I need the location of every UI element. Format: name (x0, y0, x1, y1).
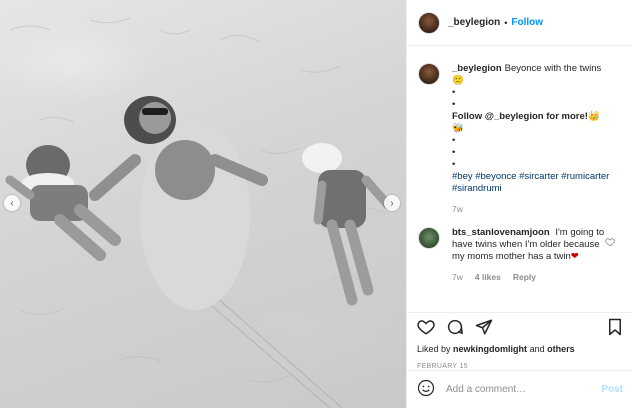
caption-bullet: • (452, 99, 456, 110)
hashtags-line-2[interactable]: #sirandrumi (452, 183, 612, 195)
post-username[interactable]: _beylegion (448, 17, 500, 28)
post-actions: Liked by newkingdomlight and others FEBR… (407, 312, 632, 370)
comment-meta: 7w 4 likes Reply (452, 271, 612, 283)
caption-body: _beylegion Beyonce with the twins 🙂 • • F… (452, 63, 612, 215)
reply-button[interactable]: Reply (513, 271, 536, 283)
comment-icon[interactable] (446, 318, 464, 336)
caption: _beylegion Beyonce with the twins 🙂 • • F… (407, 47, 632, 215)
comment-body: bts_stanlovenamjoon I'm going to have tw… (452, 227, 612, 283)
share-icon[interactable] (475, 318, 493, 336)
caption-username[interactable]: _beylegion (452, 63, 502, 74)
caption-bullet: • (452, 159, 456, 170)
action-icons (417, 316, 623, 338)
comments-section[interactable]: _beylegion Beyonce with the twins 🙂 • • F… (407, 47, 632, 307)
post-side-panel: _beylegion • Follow _beylegion Beyonce wi… (406, 0, 632, 408)
photo-illustration (5, 17, 393, 408)
caption-bullet: • (452, 87, 456, 98)
chevron-left-icon[interactable]: ‹ (4, 195, 20, 211)
caption-text: Beyonce with the twins (504, 63, 602, 74)
comment-likes[interactable]: 4 likes (475, 271, 501, 283)
instagram-post-frame: ‹ › _beylegion • Follow _beylegion Beyonc… (0, 0, 632, 408)
comment-item: bts_stanlovenamjoon I'm going to have tw… (407, 215, 632, 283)
add-comment-input[interactable]: Add a comment… (446, 384, 601, 395)
separator-dot: • (504, 17, 508, 28)
liked-by-others[interactable]: others (547, 344, 575, 354)
comment-avatar[interactable] (418, 227, 440, 249)
post-date[interactable]: FEBRUARY 15 (417, 363, 623, 370)
chevron-right-icon[interactable]: › (384, 195, 400, 211)
avatar[interactable] (418, 11, 440, 34)
caption-bullet: • (452, 135, 456, 146)
bee-emoji: 🐝 (452, 123, 464, 134)
red-heart-emoji: ❤ (570, 251, 579, 262)
caption-time: 7w (452, 204, 463, 214)
caption-promo: Follow @_beylegion for more! (452, 111, 588, 122)
liked-by-user[interactable]: newkingdomlight (453, 344, 527, 354)
post-header: _beylegion • Follow (407, 0, 632, 46)
liked-by: Liked by newkingdomlight and others (417, 344, 623, 354)
add-comment-bar: Add a comment… Post (407, 370, 632, 408)
caption-bullet: • (452, 147, 456, 158)
smiley-icon[interactable] (417, 379, 435, 400)
heart-icon[interactable] (417, 318, 435, 336)
caption-emoji: 🙂 (452, 75, 464, 86)
comment-username[interactable]: bts_stanlovenamjoon (452, 227, 550, 238)
follow-button[interactable]: Follow (511, 17, 543, 28)
hashtags-line-1[interactable]: #bey #beyonce #sircarter #rumicarter (452, 171, 612, 183)
post-photo[interactable]: ‹ › (0, 0, 406, 408)
liked-by-prefix: Liked by (417, 344, 451, 354)
comment-like-icon[interactable] (605, 237, 615, 247)
bookmark-icon[interactable] (607, 318, 623, 336)
crown-emoji: 👑 (587, 111, 600, 122)
caption-avatar[interactable] (418, 63, 440, 85)
post-button[interactable]: Post (601, 384, 623, 395)
comment-time: 7w (452, 272, 463, 282)
liked-by-and: and (529, 344, 545, 354)
